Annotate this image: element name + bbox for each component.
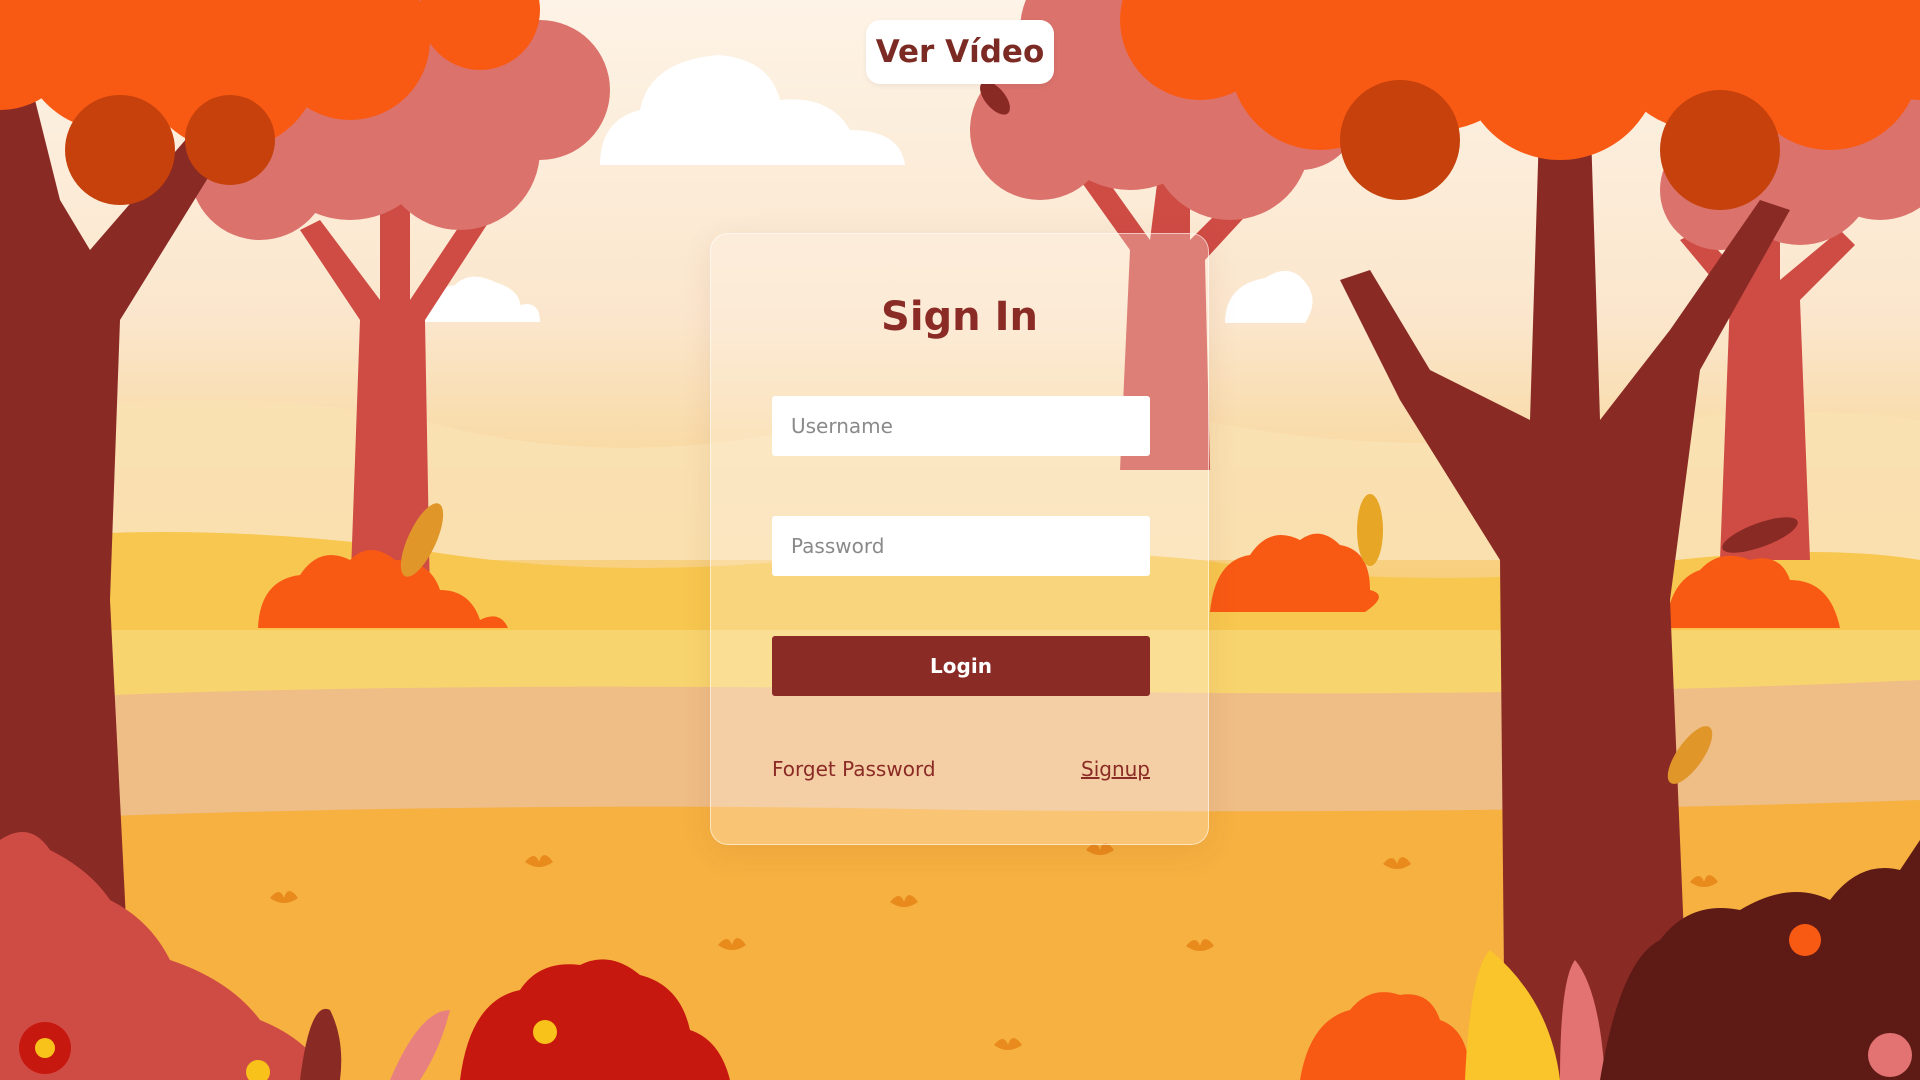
login-button[interactable]: Login <box>772 636 1150 696</box>
card-links: Forget Password Signup <box>772 757 1150 781</box>
username-input[interactable] <box>772 396 1150 456</box>
forgot-password-link[interactable]: Forget Password <box>772 757 936 781</box>
password-input[interactable] <box>772 516 1150 576</box>
login-card: Sign In Login Forget Password Signup <box>710 233 1209 845</box>
card-title: Sign In <box>881 294 1038 340</box>
signup-link[interactable]: Signup <box>1081 757 1150 781</box>
watch-video-button[interactable]: Ver Vídeo <box>866 20 1054 84</box>
